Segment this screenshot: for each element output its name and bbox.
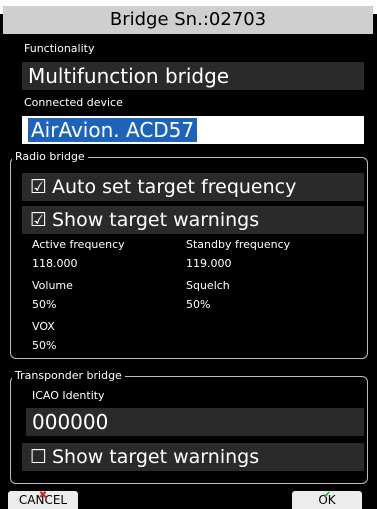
checked-box-icon: ☑ [30, 209, 48, 231]
active-frequency-label: Active frequency [32, 238, 125, 251]
radio-show-warnings-label: Show target warnings [52, 209, 260, 231]
volume-value[interactable]: 50% [32, 298, 56, 312]
icao-identity-label: ICAO Identity [32, 389, 105, 402]
standby-frequency-label: Standby frequency [186, 238, 291, 251]
vox-value[interactable]: 50% [32, 339, 56, 353]
connected-device-value: AirAvion. ACD57 [28, 118, 198, 142]
radio-show-target-warnings-checkbox[interactable]: ☑ Show target warnings [22, 206, 364, 234]
auto-set-target-frequency-checkbox[interactable]: ☑ Auto set target frequency [22, 173, 364, 201]
functionality-field[interactable]: Multifunction bridge [22, 62, 364, 90]
unchecked-box-icon: ☐ [30, 446, 48, 468]
functionality-label: Functionality [24, 42, 95, 55]
close-icon: ✖ [38, 490, 48, 501]
transponder-show-target-warnings-checkbox[interactable]: ☐ Show target warnings [22, 443, 364, 471]
ok-button[interactable]: ✔ OK [292, 490, 362, 509]
connected-device-label: Connected device [24, 96, 123, 109]
auto-set-label: Auto set target frequency [52, 176, 297, 198]
icao-identity-value: 000000 [32, 410, 109, 434]
radio-bridge-legend: Radio bridge [12, 151, 88, 163]
squelch-value[interactable]: 50% [186, 298, 210, 312]
vox-label: VOX [32, 320, 55, 333]
icao-identity-field[interactable]: 000000 [26, 408, 364, 436]
volume-label: Volume [32, 279, 73, 292]
cancel-button[interactable]: ✖ CANCEL [8, 490, 78, 509]
squelch-label: Squelch [186, 279, 230, 292]
active-frequency-value[interactable]: 118.000 [32, 257, 78, 271]
check-icon: ✔ [322, 490, 332, 501]
transponder-bridge-legend: Transponder bridge [12, 370, 125, 382]
page-title: Bridge Sn.:02703 [3, 6, 373, 34]
transponder-show-warnings-label: Show target warnings [52, 446, 260, 468]
checked-box-icon: ☑ [30, 176, 48, 198]
standby-frequency-value[interactable]: 119.000 [186, 257, 232, 271]
connected-device-field[interactable]: AirAvion. ACD57 [22, 116, 364, 144]
functionality-value: Multifunction bridge [28, 64, 230, 88]
